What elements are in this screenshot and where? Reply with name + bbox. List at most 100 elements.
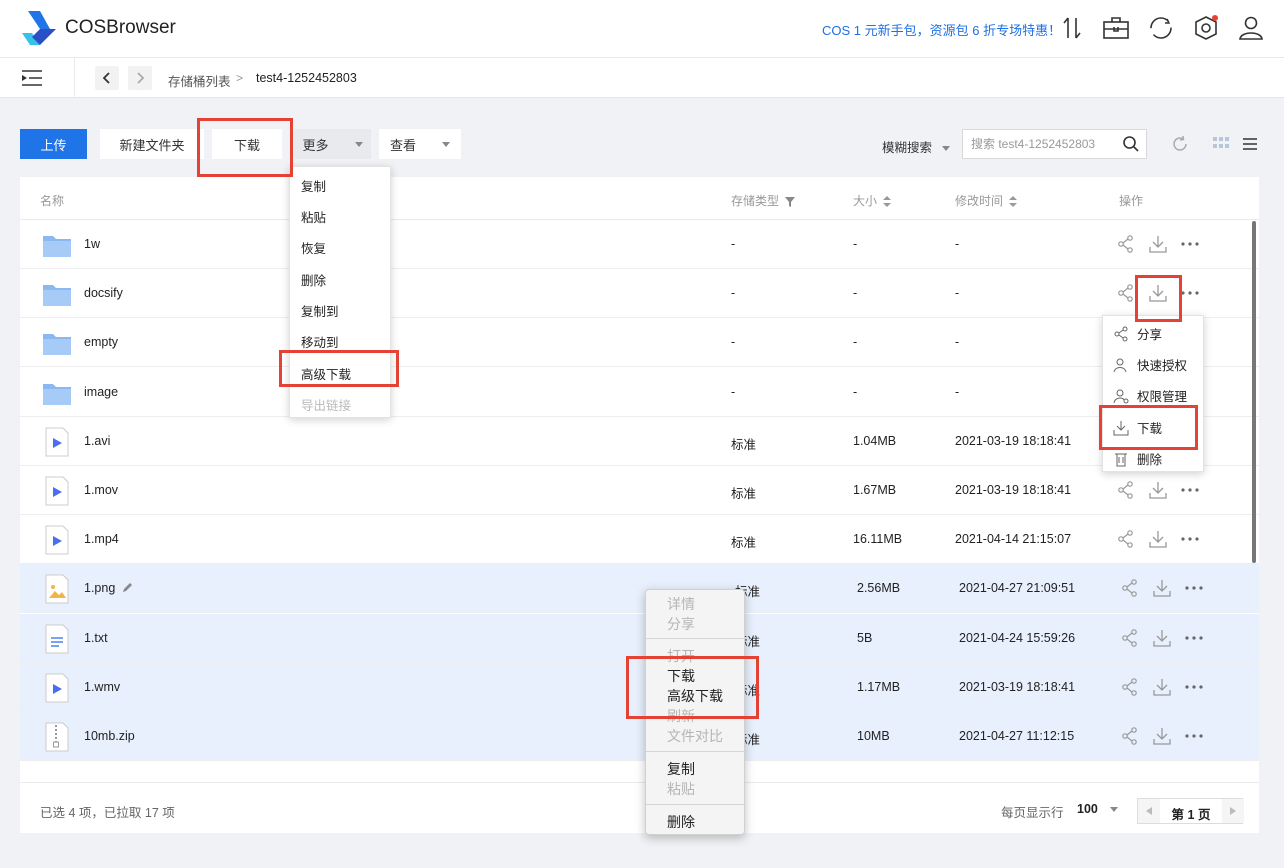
file-name[interactable]: 1w xyxy=(84,237,100,251)
more-icon[interactable] xyxy=(1179,479,1201,501)
more-menu-delete[interactable]: 删除 xyxy=(301,270,326,289)
upload-button[interactable]: 上传 xyxy=(20,129,87,159)
file-name[interactable]: 1.txt xyxy=(84,631,108,645)
file-name[interactable]: 1.mov xyxy=(84,483,118,497)
file-name[interactable]: 1.png xyxy=(84,581,115,595)
download-icon[interactable] xyxy=(1147,528,1169,550)
more-menu-paste[interactable]: 粘贴 xyxy=(301,207,326,226)
file-name[interactable]: empty xyxy=(84,335,118,349)
more-menu-copy-to[interactable]: 复制到 xyxy=(301,301,339,320)
row-menu-permissions[interactable]: 权限管理 xyxy=(1113,386,1187,405)
table-row[interactable]: 1.png 标准 2.56MB 2021-04-27 21:09:51 xyxy=(20,564,1259,614)
current-page: 第 1 页 xyxy=(1171,808,1211,822)
ctx-delete[interactable]: 删除 xyxy=(667,812,695,832)
download-icon[interactable] xyxy=(1147,233,1169,255)
user-icon[interactable] xyxy=(1237,14,1265,42)
table-row[interactable]: 1.avi 标准 1.04MB 2021-03-19 18:18:41 xyxy=(20,417,1259,466)
download-icon[interactable] xyxy=(1151,627,1173,649)
search-mode-select[interactable]: 模糊搜索 xyxy=(882,137,951,156)
forward-button[interactable] xyxy=(128,66,152,90)
highlight-advanced-download xyxy=(279,350,399,387)
view-button[interactable]: 查看 xyxy=(379,129,461,159)
table-row[interactable]: 1w - - - xyxy=(20,220,1259,269)
filter-icon[interactable] xyxy=(785,196,796,207)
ctx-file-compare: 文件对比 xyxy=(667,728,723,744)
edit-icon[interactable] xyxy=(121,581,134,594)
app-title: COSBrowser xyxy=(65,17,176,38)
promo-link[interactable]: COS 1 元新手包，资源包 6 折专场特惠！ xyxy=(822,20,1061,39)
file-name[interactable]: 1.mp4 xyxy=(84,532,119,546)
download-icon[interactable] xyxy=(1151,725,1173,747)
breadcrumb-root[interactable]: 存储桶列表 xyxy=(168,71,231,90)
table-row[interactable]: docsify - - - xyxy=(20,269,1259,319)
grid-view-icon[interactable] xyxy=(1213,137,1231,151)
toolbox-icon[interactable] xyxy=(1102,14,1130,42)
share-icon[interactable] xyxy=(1115,233,1137,255)
file-size: 1.17MB xyxy=(857,679,901,694)
table-row[interactable]: 10mb.zip 标准 10MB 2021-04-27 11:12:15 xyxy=(20,712,1259,761)
file-name[interactable]: 10mb.zip xyxy=(84,729,135,743)
refresh-icon[interactable] xyxy=(1171,135,1189,153)
modified-time: 2021-04-24 15:59:26 xyxy=(959,630,1076,645)
share-icon[interactable] xyxy=(1119,627,1141,649)
prev-page-button[interactable] xyxy=(1138,799,1160,823)
more-menu-copy[interactable]: 复制 xyxy=(301,176,326,195)
more-icon[interactable] xyxy=(1183,627,1205,649)
image-file-icon xyxy=(45,574,69,604)
more-icon[interactable] xyxy=(1179,528,1201,550)
modified-time: 2021-03-19 18:18:41 xyxy=(955,433,1072,448)
header-mtime[interactable]: 修改时间 xyxy=(955,192,1018,209)
sort-icon[interactable] xyxy=(883,196,892,208)
settings-icon[interactable] xyxy=(1192,14,1220,42)
caret-down-icon xyxy=(354,141,363,147)
more-icon[interactable] xyxy=(1183,725,1205,747)
search-icon[interactable] xyxy=(1122,135,1140,153)
share-icon[interactable] xyxy=(1115,282,1137,304)
menu-toggle-icon[interactable] xyxy=(20,68,44,88)
table-row[interactable]: empty - - - xyxy=(20,318,1259,368)
share-icon[interactable] xyxy=(1119,725,1141,747)
pagination: 第 1 页 xyxy=(1137,798,1244,824)
more-menu-move-to[interactable]: 移动到 xyxy=(301,332,339,351)
download-icon[interactable] xyxy=(1147,479,1169,501)
file-name[interactable]: 1.avi xyxy=(84,434,110,448)
share-icon[interactable] xyxy=(1115,528,1137,550)
new-folder-button[interactable]: 新建文件夹 xyxy=(100,129,204,159)
more-icon[interactable] xyxy=(1183,676,1205,698)
more-menu-restore[interactable]: 恢复 xyxy=(301,238,326,257)
file-name[interactable]: 1.wmv xyxy=(84,680,120,694)
more-icon[interactable] xyxy=(1183,577,1205,599)
back-button[interactable] xyxy=(95,66,119,90)
sync-icon[interactable] xyxy=(1147,14,1175,42)
page-size-select[interactable]: 100 xyxy=(1077,802,1118,816)
download-icon[interactable] xyxy=(1151,577,1173,599)
header-storage[interactable]: 存储类型 xyxy=(731,192,796,209)
search-input[interactable] xyxy=(971,137,1111,151)
next-page-button[interactable] xyxy=(1222,799,1244,823)
share-icon[interactable] xyxy=(1119,577,1141,599)
transfer-icon[interactable] xyxy=(1058,14,1086,42)
table-row[interactable]: image - - - xyxy=(20,368,1259,417)
download-icon[interactable] xyxy=(1151,676,1173,698)
more-icon[interactable] xyxy=(1179,233,1201,255)
search-box[interactable] xyxy=(962,129,1147,159)
more-icon[interactable] xyxy=(1179,282,1201,304)
row-menu-share[interactable]: 分享 xyxy=(1113,324,1162,343)
video-file-icon xyxy=(45,476,69,506)
row-menu-quick-auth[interactable]: 快速授权 xyxy=(1113,355,1187,374)
table-scrollbar[interactable] xyxy=(1252,221,1256,563)
share-icon[interactable] xyxy=(1115,479,1137,501)
storage-class: - xyxy=(731,237,736,251)
table-row[interactable]: 1.mov 标准 1.67MB 2021-03-19 18:18:41 xyxy=(20,466,1259,515)
ctx-copy[interactable]: 复制 xyxy=(667,759,695,779)
share-icon[interactable] xyxy=(1119,676,1141,698)
file-name[interactable]: docsify xyxy=(84,286,123,300)
modified-time: 2021-04-14 21:15:07 xyxy=(955,532,1072,547)
list-view-icon[interactable] xyxy=(1242,137,1258,151)
header-size[interactable]: 大小 xyxy=(853,192,892,209)
more-button[interactable]: 更多 xyxy=(294,129,371,159)
table-row[interactable]: 1.mp4 标准 16.11MB 2021-04-14 21:15:07 xyxy=(20,515,1259,565)
sort-icon[interactable] xyxy=(1009,196,1018,208)
file-name[interactable]: image xyxy=(84,385,118,399)
row-menu-delete[interactable]: 删除 xyxy=(1113,449,1162,468)
